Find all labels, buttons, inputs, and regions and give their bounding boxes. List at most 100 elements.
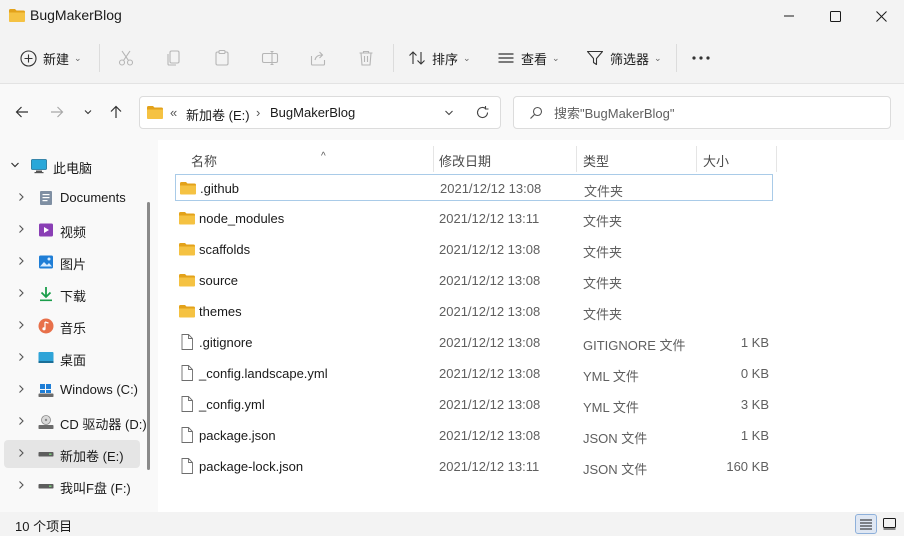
- share-button[interactable]: [309, 44, 327, 72]
- table-row[interactable]: package-lock.json 2021/12/12 13:11 JSON 文件…: [175, 453, 773, 480]
- sidebar-item-pictures[interactable]: 图片: [4, 248, 140, 276]
- large-icons-view-button[interactable]: [878, 514, 900, 534]
- file-type: 文件夹: [583, 276, 623, 291]
- table-row[interactable]: _config.landscape.yml 2021/12/12 13:08 YML…: [175, 360, 773, 387]
- folder-icon: [179, 274, 195, 287]
- chevron-right-icon[interactable]: [16, 256, 26, 266]
- details-view-button[interactable]: [855, 514, 877, 534]
- chevron-right-icon[interactable]: [16, 288, 26, 298]
- file-size: 3 KB: [740, 397, 769, 412]
- folder-icon: [179, 305, 195, 318]
- new-button[interactable]: 新建 ⌄: [20, 44, 82, 72]
- sidebar-item-cd-d[interactable]: CD 驱动器 (D:): [4, 408, 147, 436]
- column-divider[interactable]: [696, 146, 697, 172]
- file-type: JSON 文件: [583, 462, 648, 477]
- sidebar-item-drive-e[interactable]: 新加卷 (E:): [4, 440, 140, 468]
- table-row[interactable]: .github 2021/12/12 13:08 文件夹: [175, 174, 773, 201]
- file-type: 文件夹: [583, 245, 623, 260]
- column-name-header[interactable]: 名称: [191, 151, 217, 170]
- sidebar-item-desktop[interactable]: 桌面: [4, 344, 140, 372]
- table-row[interactable]: themes 2021/12/12 13:08 文件夹: [175, 298, 773, 325]
- column-size-header[interactable]: 大小: [703, 151, 729, 170]
- file-modified: 2021/12/12 13:08: [439, 366, 541, 381]
- breadcrumb-drive[interactable]: 新加卷 (E:): [186, 105, 250, 124]
- chevron-down-icon: ⌄: [463, 52, 471, 63]
- file-modified: 2021/12/12 13:08: [439, 397, 541, 412]
- item-count: 10 个项目: [15, 519, 73, 534]
- delete-icon: [359, 50, 373, 66]
- chevron-right-icon[interactable]: [16, 416, 26, 426]
- refresh-icon[interactable]: [475, 105, 490, 120]
- back-button[interactable]: [12, 102, 32, 122]
- sidebar-item-label: 视频: [60, 225, 87, 240]
- chevron-right-icon[interactable]: [16, 384, 26, 394]
- large-icons-view-icon: [882, 518, 896, 530]
- overflow-crumb[interactable]: «: [170, 105, 177, 120]
- up-button[interactable]: [106, 102, 126, 122]
- recent-locations-button[interactable]: [78, 102, 98, 122]
- minimize-button[interactable]: [766, 0, 812, 32]
- sort-label: 排序: [432, 51, 459, 67]
- table-row[interactable]: scaffolds 2021/12/12 13:08 文件夹: [175, 236, 773, 263]
- chevron-right-icon[interactable]: [16, 224, 26, 234]
- file-size: 160 KB: [726, 459, 769, 474]
- sidebar-item-windows-c[interactable]: Windows (C:): [4, 376, 140, 404]
- sidebar-item-music[interactable]: 音乐: [4, 312, 140, 340]
- breadcrumb-folder[interactable]: BugMakerBlog: [270, 105, 355, 120]
- cut-icon: [118, 50, 134, 66]
- address-bar[interactable]: « 新加卷 (E:) › BugMakerBlog: [139, 96, 501, 129]
- chevron-down-icon[interactable]: [444, 108, 454, 118]
- sidebar-item-this-pc[interactable]: 此电脑: [4, 152, 140, 180]
- table-row[interactable]: .gitignore 2021/12/12 13:08 GITIGNORE 文件 1 …: [175, 329, 773, 356]
- maximize-button[interactable]: [812, 0, 858, 32]
- table-row[interactable]: source 2021/12/12 13:08 文件夹: [175, 267, 773, 294]
- sidebar-scrollbar[interactable]: [147, 202, 150, 470]
- chevron-right-icon[interactable]: [16, 480, 26, 490]
- search-input[interactable]: [554, 104, 874, 122]
- close-button[interactable]: [858, 0, 904, 32]
- sidebar-item-label: 新加卷 (E:): [60, 449, 124, 464]
- sidebar-item-downloads[interactable]: 下载: [4, 280, 140, 308]
- filter-icon: [586, 50, 604, 66]
- chevron-down-icon[interactable]: [10, 160, 20, 170]
- filter-label: 筛选器: [610, 51, 650, 67]
- sidebar-item-label: Windows (C:): [60, 382, 139, 397]
- forward-button[interactable]: [47, 102, 67, 122]
- chevron-down-icon: [84, 110, 92, 115]
- windows-drive-icon: [38, 384, 54, 397]
- chevron-right-icon[interactable]: [16, 448, 26, 458]
- folder-icon: [179, 212, 195, 225]
- sort-button[interactable]: 排序 ⌄: [408, 44, 471, 72]
- sidebar-item-documents[interactable]: Documents: [4, 184, 140, 212]
- breadcrumb-separator[interactable]: ›: [256, 105, 260, 120]
- music-icon: [38, 318, 54, 334]
- drive-icon: [38, 484, 54, 489]
- table-row[interactable]: _config.yml 2021/12/12 13:08 YML 文件 3 KB: [175, 391, 773, 418]
- search-box[interactable]: [513, 96, 891, 129]
- delete-button[interactable]: [357, 44, 375, 72]
- sidebar-item-videos[interactable]: 视频: [4, 216, 140, 244]
- cut-button[interactable]: [117, 44, 135, 72]
- copy-button[interactable]: [165, 44, 183, 72]
- filter-button[interactable]: 筛选器 ⌄: [586, 44, 662, 72]
- chevron-right-icon[interactable]: [16, 352, 26, 362]
- table-row[interactable]: node_modules 2021/12/12 13:11 文件夹: [175, 205, 773, 232]
- divider: [99, 44, 100, 72]
- column-type-header[interactable]: 类型: [583, 151, 609, 170]
- title-bar: BugMakerBlog: [0, 0, 904, 32]
- paste-button[interactable]: [213, 44, 231, 72]
- view-button[interactable]: 查看 ⌄: [497, 44, 560, 72]
- column-modified-header[interactable]: 修改日期: [439, 151, 491, 170]
- sidebar-item-drive-f[interactable]: 我叫F盘 (F:): [4, 472, 140, 500]
- chevron-right-icon[interactable]: [16, 320, 26, 330]
- table-row[interactable]: package.json 2021/12/12 13:08 JSON 文件 1 KB: [175, 422, 773, 449]
- sidebar-item-label: Documents: [60, 190, 126, 205]
- column-divider[interactable]: [433, 146, 434, 172]
- rename-button[interactable]: [261, 44, 279, 72]
- chevron-right-icon[interactable]: [16, 192, 26, 202]
- column-divider[interactable]: [576, 146, 577, 172]
- column-divider[interactable]: [776, 146, 777, 172]
- divider: [676, 44, 677, 72]
- copy-icon: [167, 50, 180, 66]
- more-button[interactable]: [691, 44, 711, 72]
